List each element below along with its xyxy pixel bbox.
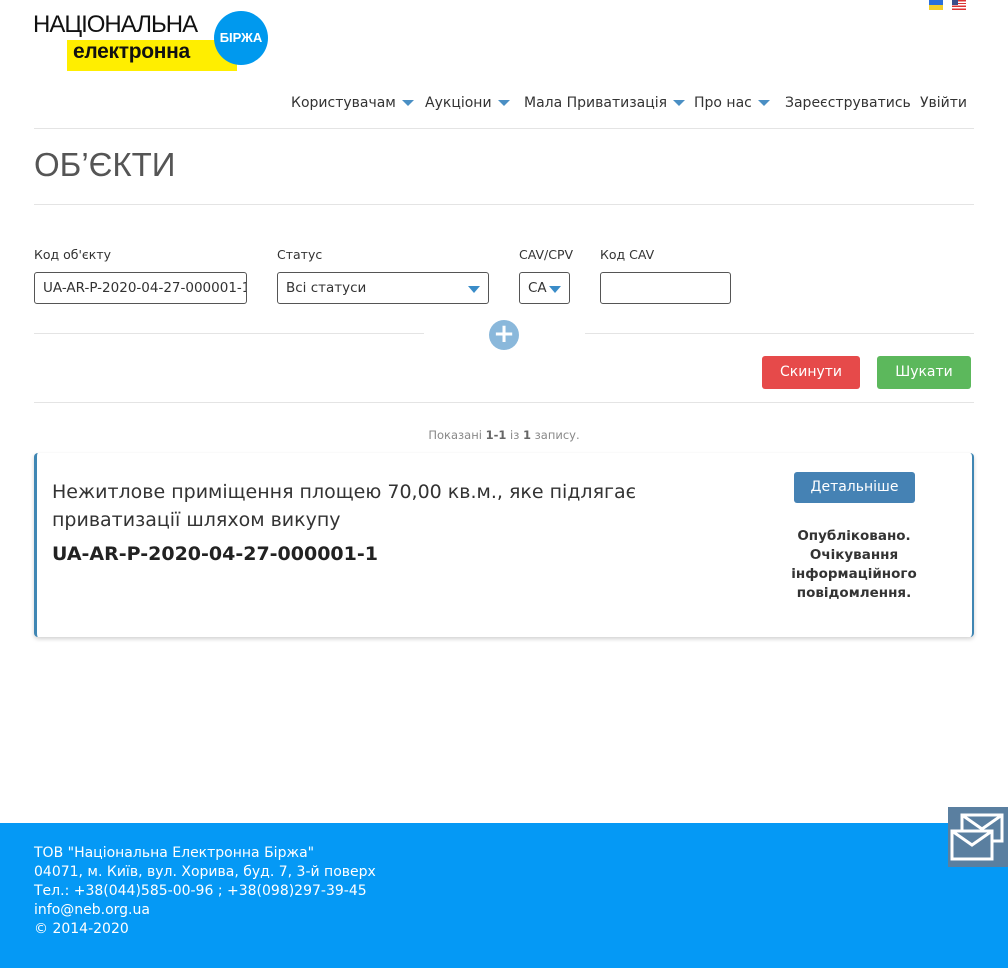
actions-divider <box>34 402 974 403</box>
status-select[interactable]: Всі статуси <box>277 272 489 304</box>
footer-copyright: © 2014-2020 <box>34 921 129 937</box>
result-status: Опубліковано. Очікування інформаційного … <box>791 528 917 601</box>
logo-badge: БІРЖА <box>214 11 268 65</box>
footer-email[interactable]: info@neb.org.ua <box>34 902 150 918</box>
summary-range: 1-1 <box>485 428 507 442</box>
footer-address: 04071, м. Київ, вул. Хорива, буд. 7, 3-й… <box>34 864 376 880</box>
result-code: UA-AR-P-2020-04-27-000001-1 <box>52 543 378 565</box>
reset-button[interactable]: Скинути <box>762 356 860 389</box>
caret-down-icon <box>497 100 510 106</box>
filters-divider-right <box>585 333 974 334</box>
object-code-label: Код об'єкту <box>34 247 112 262</box>
filters-divider-left <box>34 333 424 334</box>
cav-cpv-select[interactable]: CA <box>519 272 570 304</box>
mail-widget-icon[interactable] <box>948 807 1008 867</box>
nav-item-auctions[interactable]: Аукціони <box>425 92 510 114</box>
caret-down-icon <box>757 100 770 106</box>
nav-item-register[interactable]: Зареєструватись <box>785 92 911 114</box>
logo-line2: електронна <box>73 40 190 63</box>
us-flag-icon[interactable] <box>952 0 966 10</box>
nav-item-label: Користувачам <box>291 95 396 111</box>
nav-item-label: Увійти <box>920 95 968 111</box>
search-button[interactable]: Шукати <box>877 356 971 389</box>
nav-item-label: Про нас <box>694 95 752 111</box>
caret-down-icon <box>401 100 414 106</box>
nav-item-about[interactable]: Про нас <box>694 92 770 114</box>
footer-phones: Тел.: +38(044)585-00-96 ; +38(098)297-39… <box>34 883 367 899</box>
status-label: Статус <box>277 247 323 262</box>
status-select-value: Всі статуси <box>286 280 367 296</box>
more-filters-plus-icon[interactable]: + <box>489 320 519 350</box>
cav-cpv-select-value: CA <box>528 280 547 296</box>
cav-code-label: Код CAV <box>600 247 655 262</box>
object-code-value: UA-AR-P-2020-04-27-000001-1 <box>43 280 247 296</box>
cav-code-input[interactable] <box>600 272 731 304</box>
summary-suffix: запису. <box>534 428 580 442</box>
nav-item-small-privatization[interactable]: Мала Приватизація <box>524 92 686 114</box>
cav-cpv-label: CAV/CPV <box>519 247 574 262</box>
nav-item-label: Аукціони <box>425 95 492 111</box>
page-title: ОБ’ЄКТИ <box>34 146 176 183</box>
header-divider <box>34 128 974 129</box>
summary-prefix: Показані <box>428 428 482 442</box>
object-code-input[interactable]: UA-AR-P-2020-04-27-000001-1 <box>34 272 247 304</box>
nav-item-label: Зареєструватись <box>785 95 911 111</box>
caret-down-icon <box>673 100 686 106</box>
details-button[interactable]: Детальніше <box>794 472 915 503</box>
footer-company: ТОВ "Національна Електронна Біржа" <box>34 845 315 861</box>
ua-flag-icon[interactable] <box>929 0 943 10</box>
summary-total: 1 <box>523 428 532 442</box>
logo-line1: НАЦІОНАЛЬНА <box>33 11 198 38</box>
nav-item-login[interactable]: Увійти <box>920 92 967 114</box>
select-caret-icon <box>468 286 480 293</box>
nav-item-users[interactable]: Користувачам <box>291 92 414 114</box>
result-title[interactable]: Нежитлове приміщення площею 70,00 кв.м.,… <box>52 478 672 534</box>
title-divider <box>34 204 974 205</box>
summary-middle: із <box>510 428 520 442</box>
results-summary: Показані 1-1 із 1 запису. <box>0 428 1008 442</box>
select-caret-icon <box>549 286 561 293</box>
nav-item-label: Мала Приватизація <box>524 95 668 111</box>
